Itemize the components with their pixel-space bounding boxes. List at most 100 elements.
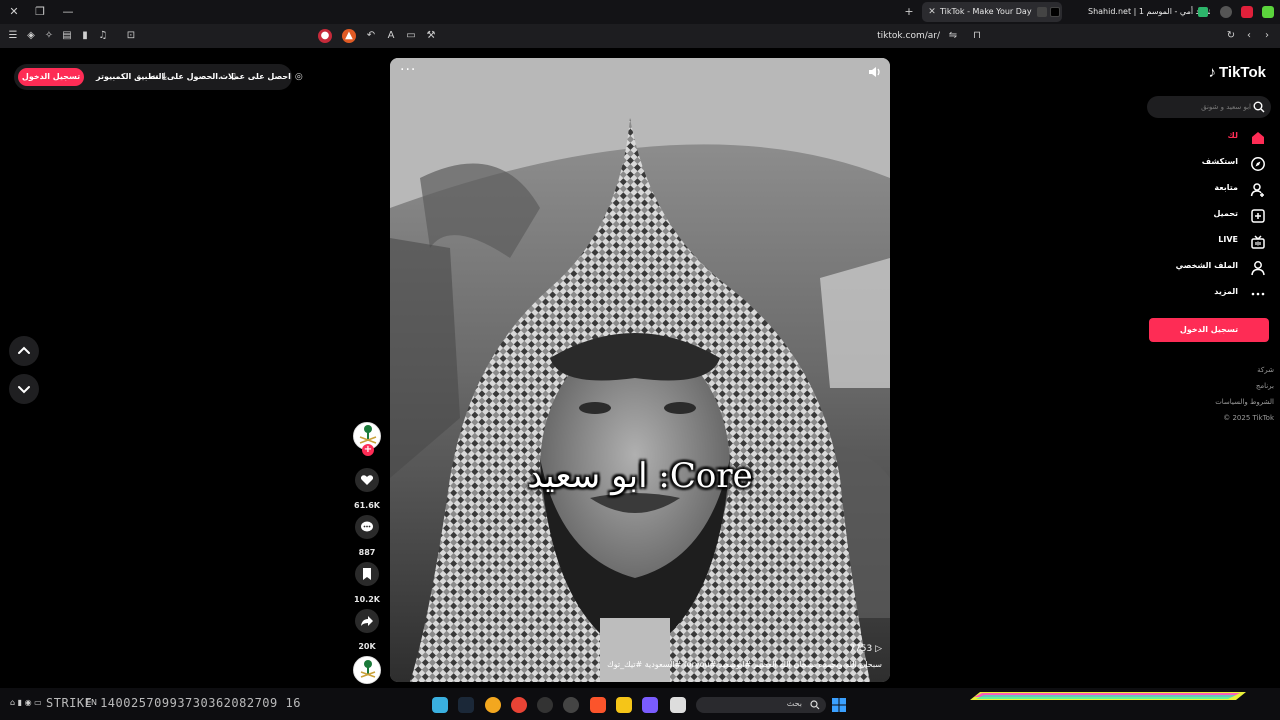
volume-icon[interactable]: [868, 66, 882, 78]
share-button[interactable]: [355, 609, 379, 633]
taskbar-search[interactable]: بحث: [696, 697, 826, 713]
profile-icon: [1251, 261, 1265, 276]
coin-icon: ◎: [294, 72, 303, 82]
windows-start-icon[interactable]: [832, 698, 846, 712]
video-overlay-title: ابو سعيد :Core: [527, 456, 753, 496]
footer-terms-link[interactable]: الشروط والسياسات: [1215, 398, 1274, 406]
forward-icon[interactable]: ›: [1260, 29, 1274, 43]
translate-icon[interactable]: A: [384, 29, 398, 43]
undo-icon[interactable]: ↶: [364, 29, 378, 43]
extension-icon[interactable]: ✧: [42, 29, 56, 43]
music-icon[interactable]: ♫: [96, 29, 110, 43]
video-player[interactable]: ··· ابو سعيد :Core 7753 ▷ سبحان الله وبح…: [390, 58, 890, 682]
video-caption: سبحان الله وبحمده سبحان الله العظيم #ابو…: [607, 660, 882, 669]
heart-icon: [360, 475, 374, 485]
new-tab-icon[interactable]: +: [901, 4, 917, 20]
save-button[interactable]: [355, 562, 379, 586]
app-icon-1[interactable]: [432, 697, 448, 713]
menu-icon[interactable]: ☰: [6, 29, 20, 43]
kick-icon[interactable]: [1262, 6, 1274, 18]
nav-for-you[interactable]: لك: [1136, 128, 1266, 148]
screenshot-icon[interactable]: ⊡: [124, 29, 138, 43]
audio-icon: [1037, 7, 1047, 17]
more-options-icon[interactable]: ···: [400, 62, 416, 78]
sidebar-icon[interactable]: ▮: [78, 29, 92, 43]
follow-plus-icon[interactable]: +: [362, 444, 374, 456]
nav-live[interactable]: LIVE: [1136, 232, 1266, 252]
tab-tiktok[interactable]: ✕ TikTok - Make Your Day: [922, 2, 1062, 22]
os-taskbar: EN ⌂ ▮ ◉ ▭ STRIKE 1400257099373036208270…: [0, 688, 1280, 720]
get-coins-link[interactable]: احصل على عملات ◎: [220, 64, 303, 90]
next-video-button[interactable]: [9, 374, 39, 404]
cast-icon[interactable]: ▭: [404, 29, 418, 43]
logo-text: TikTok: [1219, 64, 1266, 81]
reload-icon[interactable]: ↻: [1224, 29, 1238, 43]
tray-icons[interactable]: ⌂ ▮ ◉ ▭: [10, 698, 42, 707]
back-icon[interactable]: ‹: [1242, 29, 1256, 43]
login-button[interactable]: تسجيل الدخول: [1149, 318, 1269, 342]
tab-shahid[interactable]: Shahid.net | شاهد أمي - الموسم 1: [1086, 2, 1210, 22]
youtube-icon[interactable]: [1241, 6, 1253, 18]
music-disc-icon: [354, 657, 380, 683]
app-icon-5[interactable]: [670, 697, 686, 713]
search-icon: [810, 700, 820, 710]
previous-video-button[interactable]: [9, 336, 39, 366]
reader-icon[interactable]: ▤: [60, 29, 74, 43]
tiktok-note-icon: ♪: [1208, 64, 1217, 81]
nav-more[interactable]: المزيد: [1136, 284, 1266, 304]
following-icon: [1250, 183, 1264, 197]
footer-company-link[interactable]: شركة: [1257, 366, 1274, 374]
shahid-favicon-icon: [1198, 7, 1208, 17]
file-explorer-icon[interactable]: [616, 697, 632, 713]
top-action-bar: تسجيل الدخول تطبيق الكمبيوتر ⤓ الحصول على…: [14, 64, 303, 90]
restore-window-icon[interactable]: ❐: [32, 4, 48, 20]
search-box: [1147, 96, 1271, 118]
chevron-up-icon: [18, 346, 30, 354]
like-button[interactable]: [355, 468, 379, 492]
address-bar[interactable]: tiktok.com/ar/: [877, 24, 940, 48]
nav-label: المزيد: [1214, 287, 1238, 296]
compass-icon: [1251, 157, 1265, 171]
upload-icon: [1251, 209, 1265, 223]
taskbar-search-label: بحث: [786, 699, 802, 708]
nav-explore[interactable]: استكشف: [1136, 154, 1266, 174]
site-settings-icon[interactable]: ⇋: [946, 29, 960, 43]
nav-label: استكشف: [1201, 157, 1238, 166]
coins-label: احصل على عملات: [220, 72, 291, 81]
close-window-icon[interactable]: ✕: [6, 4, 22, 20]
sound-disc[interactable]: [353, 656, 381, 684]
brave-icon[interactable]: [590, 697, 606, 713]
search-icon[interactable]: [1253, 101, 1265, 113]
footer-program-link[interactable]: برنامج: [1256, 382, 1274, 390]
tools-icon[interactable]: ⚒: [424, 29, 438, 43]
app-icon-3[interactable]: [537, 697, 553, 713]
minimize-window-icon[interactable]: —: [60, 4, 76, 20]
footer-copyright: © 2025 TikTok: [1223, 414, 1274, 422]
nav-profile[interactable]: الملف الشخصي: [1136, 258, 1266, 278]
settings-icon[interactable]: [563, 697, 579, 713]
comment-icon: [361, 521, 373, 532]
shield-icon[interactable]: ◈: [24, 29, 38, 43]
ad-block-icon[interactable]: ●: [318, 29, 332, 43]
get-app-label: الحصول على الت...: [150, 72, 228, 81]
comment-button[interactable]: [355, 515, 379, 539]
chrome-icon[interactable]: [511, 697, 527, 713]
steam-icon[interactable]: [458, 697, 474, 713]
nav-upload[interactable]: تحميل: [1136, 206, 1266, 226]
nav-label: LIVE: [1218, 235, 1238, 244]
login-button-top[interactable]: تسجيل الدخول: [18, 68, 84, 86]
tiktok-logo[interactable]: ♪ TikTok: [1209, 64, 1266, 84]
globe-icon[interactable]: [1220, 6, 1232, 18]
nav-following[interactable]: متابعة: [1136, 180, 1266, 200]
share-icon: [361, 616, 373, 626]
close-tab-icon[interactable]: ✕: [926, 2, 938, 22]
nav-label: متابعة: [1214, 183, 1238, 192]
app-icon-4[interactable]: [642, 697, 658, 713]
bookmark-icon[interactable]: ⊓: [970, 29, 984, 43]
app-icon-2[interactable]: [485, 697, 501, 713]
brave-shield-icon[interactable]: ▲: [342, 29, 356, 43]
more-icon: [1251, 292, 1265, 296]
tab-title: Shahid.net | شاهد أمي - الموسم 1: [1088, 7, 1210, 16]
search-input[interactable]: [1155, 98, 1251, 116]
comment-count: 887: [358, 548, 376, 557]
